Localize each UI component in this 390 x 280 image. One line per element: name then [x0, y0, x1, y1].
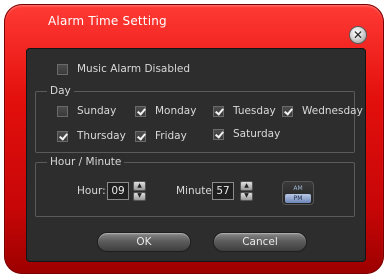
- ok-button[interactable]: OK: [97, 232, 191, 252]
- day-group-label: Day: [47, 85, 74, 97]
- tuesday-checkbox[interactable]: [213, 105, 224, 117]
- arrow-down-icon: ▼: [244, 192, 249, 200]
- monday-label: Monday: [155, 105, 197, 117]
- saturday-checkbox[interactable]: [213, 128, 224, 140]
- close-icon: ✕: [352, 28, 364, 42]
- music-alarm-toggle[interactable]: Music Alarm Disabled: [57, 63, 190, 75]
- sunday-checkbox[interactable]: [57, 105, 68, 117]
- hour-down-button[interactable]: ▼: [133, 191, 146, 201]
- day-monday[interactable]: Monday: [135, 105, 196, 117]
- minute-down-button[interactable]: ▼: [240, 191, 253, 201]
- content-panel: Music Alarm Disabled Day Sunday Monday T…: [26, 48, 366, 262]
- minute-spinner: ▲ ▼: [240, 181, 253, 201]
- saturday-label: Saturday: [233, 128, 281, 140]
- thursday-checkbox[interactable]: [57, 130, 68, 142]
- dialog-title: Alarm Time Setting: [48, 14, 167, 28]
- hour-input[interactable]: 09: [107, 182, 129, 200]
- day-sunday[interactable]: Sunday: [57, 105, 116, 117]
- arrow-up-icon: ▲: [137, 181, 142, 189]
- friday-label: Friday: [155, 130, 187, 142]
- thursday-label: Thursday: [77, 130, 126, 142]
- wednesday-checkbox[interactable]: [282, 105, 293, 117]
- hour-spinner: ▲ ▼: [133, 181, 146, 201]
- day-friday[interactable]: Friday: [135, 130, 187, 142]
- time-group-label: Hour / Minute: [47, 156, 125, 168]
- close-button[interactable]: ✕: [349, 26, 367, 44]
- day-tuesday[interactable]: Tuesday: [213, 105, 276, 117]
- day-thursday[interactable]: Thursday: [57, 130, 126, 142]
- sunday-label: Sunday: [77, 105, 117, 117]
- tuesday-label: Tuesday: [233, 105, 276, 117]
- minute-input[interactable]: 57: [212, 182, 234, 200]
- day-saturday[interactable]: Saturday: [213, 128, 280, 140]
- cancel-button[interactable]: Cancel: [213, 232, 307, 252]
- day-wednesday[interactable]: Wednesday: [282, 105, 363, 117]
- minute-label: Minute:: [176, 185, 216, 197]
- hour-up-button[interactable]: ▲: [133, 181, 146, 191]
- alarm-dialog: Alarm Time Setting ✕ Music Alarm Disable…: [4, 4, 384, 274]
- music-alarm-label: Music Alarm Disabled: [77, 63, 191, 75]
- arrow-down-icon: ▼: [137, 192, 142, 200]
- arrow-up-icon: ▲: [244, 181, 249, 189]
- friday-checkbox[interactable]: [135, 130, 146, 142]
- ampm-toggle[interactable]: AM PM: [282, 181, 314, 205]
- day-group: [35, 91, 355, 153]
- music-alarm-checkbox[interactable]: [57, 63, 68, 75]
- hour-label: Hour:: [77, 185, 106, 197]
- wednesday-label: Wednesday: [302, 105, 363, 117]
- minute-up-button[interactable]: ▲: [240, 181, 253, 191]
- monday-checkbox[interactable]: [135, 105, 146, 117]
- pm-option[interactable]: PM: [285, 193, 311, 203]
- am-option[interactable]: AM: [285, 184, 311, 193]
